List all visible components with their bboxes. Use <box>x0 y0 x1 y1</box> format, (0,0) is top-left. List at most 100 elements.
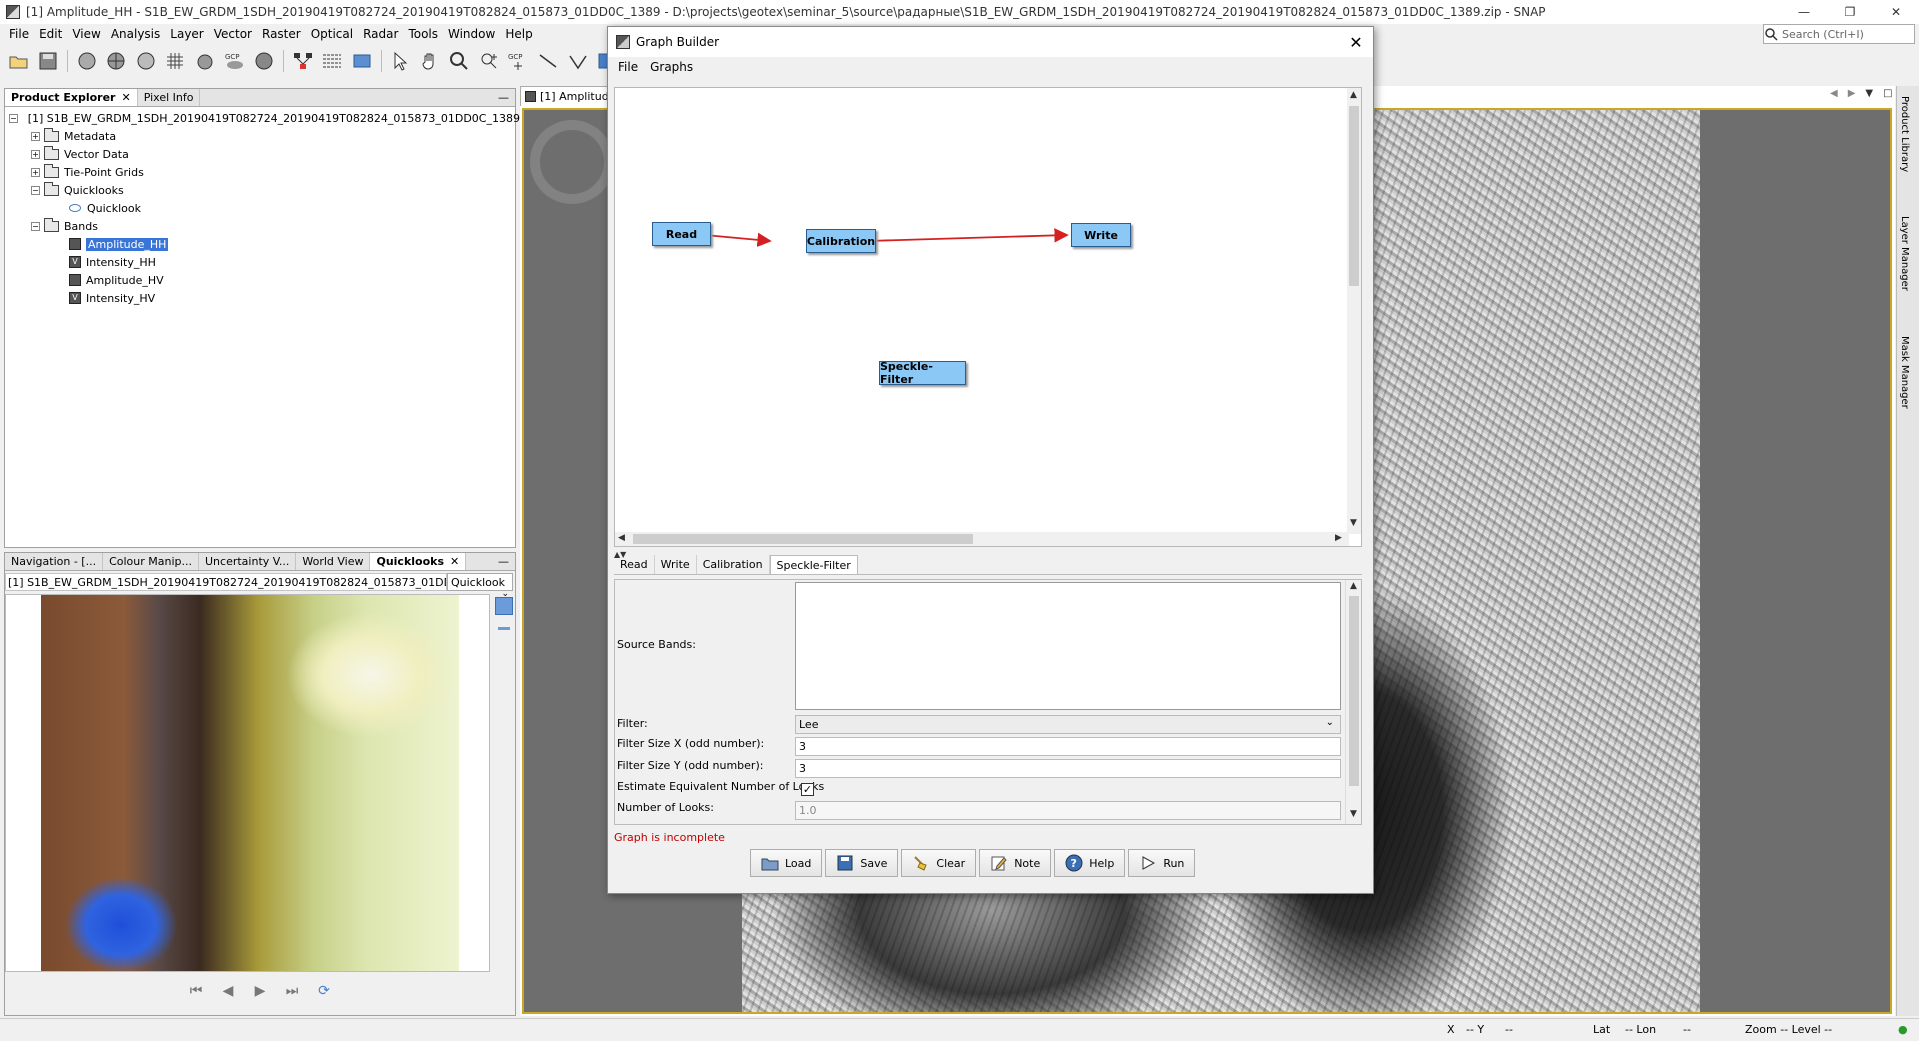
minimize-panel-button[interactable]: — <box>498 91 509 104</box>
tree-vector-data[interactable]: + Vector Data <box>9 145 511 163</box>
graph-canvas[interactable]: Read Calibration Write Speckle-Filter ▲ … <box>614 87 1362 547</box>
scroll-left-icon[interactable]: ◀ <box>1830 88 1838 99</box>
save-button[interactable]: Save <box>825 849 899 877</box>
number-of-looks-input[interactable]: 1.0 <box>795 801 1341 820</box>
tree-tie-point-grids[interactable]: + Tie-Point Grids <box>9 163 511 181</box>
tree-bands[interactable]: − Bands <box>9 217 511 235</box>
node-calibration[interactable]: Calibration <box>806 229 876 253</box>
search-box[interactable]: Search (Ctrl+I) <box>1763 24 1915 44</box>
product-library-button[interactable] <box>349 48 375 74</box>
expand-icon[interactable]: + <box>31 131 40 141</box>
source-bands-list[interactable] <box>795 582 1341 710</box>
menu-raster[interactable]: Raster <box>257 27 306 41</box>
scroll-up-icon[interactable]: ▲ <box>1350 581 1357 591</box>
quicklook-minus-icon[interactable] <box>498 627 510 630</box>
mosaic-button[interactable] <box>133 48 159 74</box>
menu-view[interactable]: View <box>67 27 105 41</box>
scroll-up-icon[interactable]: ▲ <box>1350 90 1357 100</box>
select-tool-button[interactable] <box>388 48 414 74</box>
dialog-menu-file[interactable]: File <box>612 60 644 74</box>
scroll-left-icon[interactable]: ◀ <box>618 533 625 543</box>
filter-select[interactable]: Lee ⌄ <box>795 715 1341 734</box>
tree-metadata[interactable]: + Metadata <box>9 127 511 145</box>
menu-vector[interactable]: Vector <box>209 27 257 41</box>
tab-product-library[interactable]: Product Library <box>1899 96 1910 172</box>
tab-mask-manager[interactable]: Mask Manager <box>1899 336 1910 409</box>
grid-button[interactable] <box>163 48 189 74</box>
tab-navigation[interactable]: Navigation - [... <box>5 553 104 570</box>
minimize-panel-button[interactable]: — <box>498 555 509 568</box>
tree-quicklook-item[interactable]: Quicklook <box>9 199 511 217</box>
scroll-right-icon[interactable]: ▶ <box>1848 88 1856 99</box>
filter-size-x-input[interactable]: 3 <box>795 737 1341 756</box>
tab-speckle-filter[interactable]: Speckle-Filter <box>769 555 858 574</box>
run-button[interactable]: Run <box>1128 849 1196 877</box>
tab-pixel-info[interactable]: Pixel Info <box>138 89 201 106</box>
open-product-button[interactable] <box>6 48 32 74</box>
graph-vertical-scrollbar[interactable]: ▲ ▼ <box>1347 88 1361 534</box>
scroll-down-icon[interactable]: ▼ <box>1350 518 1357 528</box>
menu-tools[interactable]: Tools <box>403 27 443 41</box>
collapse-icon[interactable]: − <box>9 113 18 123</box>
graph-horizontal-scrollbar[interactable]: ◀ ▶ <box>615 532 1349 546</box>
help-button[interactable]: ? Help <box>1054 849 1126 877</box>
load-button[interactable]: Load <box>750 849 823 877</box>
tree-band-amplitude-hh[interactable]: Amplitude_HH <box>9 235 511 253</box>
gcp-button[interactable]: GCP <box>222 48 248 74</box>
band-maths-button[interactable] <box>74 48 100 74</box>
memory-icon[interactable]: ● <box>1898 1023 1908 1036</box>
tree-band-intensity-hh[interactable]: V Intensity_HH <box>9 253 511 271</box>
node-read[interactable]: Read <box>652 222 711 246</box>
pin-tool-button[interactable] <box>476 48 502 74</box>
collapse-icon[interactable]: − <box>31 221 40 231</box>
tree-band-intensity-hv[interactable]: V Intensity_HV <box>9 289 511 307</box>
quicklook-open-icon[interactable] <box>495 597 513 615</box>
tab-calibration[interactable]: Calibration <box>697 555 770 574</box>
last-quicklook-button[interactable]: ⏭ <box>281 981 303 1001</box>
close-tab-icon[interactable]: ✕ <box>121 91 130 104</box>
menu-analysis[interactable]: Analysis <box>106 27 165 41</box>
params-vertical-scrollbar[interactable]: ▲ ▼ <box>1345 580 1361 824</box>
tab-read[interactable]: Read <box>614 555 655 574</box>
close-button[interactable]: ✕ <box>1873 0 1919 24</box>
navigation-wheel-icon[interactable] <box>530 120 614 204</box>
graph-builder-button[interactable] <box>290 48 316 74</box>
scrollbar-thumb[interactable] <box>1349 596 1359 786</box>
scrollbar-thumb[interactable] <box>1349 106 1359 286</box>
menu-radar[interactable]: Radar <box>358 27 403 41</box>
node-speckle-filter[interactable]: Speckle-Filter <box>879 360 966 386</box>
tree-band-amplitude-hv[interactable]: Amplitude_HV <box>9 271 511 289</box>
zoom-tool-button[interactable] <box>447 48 473 74</box>
minimize-button[interactable]: — <box>1781 0 1827 24</box>
polyline-tool-button[interactable] <box>565 48 591 74</box>
menu-help[interactable]: Help <box>500 27 537 41</box>
scroll-down-icon[interactable]: ▼ <box>1350 809 1357 819</box>
clear-button[interactable]: Clear <box>901 849 977 877</box>
tab-quicklooks[interactable]: Quicklooks ✕ <box>370 553 467 570</box>
node-write[interactable]: Write <box>1071 223 1131 247</box>
quicklook-select[interactable]: Quicklook ⌄ <box>447 573 513 599</box>
menu-window[interactable]: Window <box>443 27 500 41</box>
tab-world-view[interactable]: World View <box>296 553 371 570</box>
previous-quicklook-button[interactable]: ◀ <box>217 981 239 1001</box>
close-tab-icon[interactable]: ✕ <box>450 555 459 568</box>
filter-size-y-input[interactable]: 3 <box>795 759 1341 778</box>
estimate-enl-checkbox[interactable]: ✓ <box>801 783 814 796</box>
maximize-button[interactable]: ❐ <box>1827 0 1873 24</box>
menu-optical[interactable]: Optical <box>306 27 358 41</box>
batch-processing-button[interactable] <box>319 48 345 74</box>
menu-edit[interactable]: Edit <box>34 27 67 41</box>
world-map-button[interactable] <box>251 48 277 74</box>
tab-uncertainty[interactable]: Uncertainty V... <box>199 553 297 570</box>
tab-write[interactable]: Write <box>655 555 697 574</box>
scrollbar-thumb[interactable] <box>633 534 973 544</box>
collapse-icon[interactable]: − <box>31 185 40 195</box>
refresh-quicklook-button[interactable]: ⟳ <box>313 981 335 1001</box>
line-tool-button[interactable] <box>535 48 561 74</box>
note-button[interactable]: Note <box>979 849 1052 877</box>
tree-product[interactable]: − [1] S1B_EW_GRDM_1SDH_20190419T082724_2… <box>9 109 520 127</box>
menu-file[interactable]: File <box>4 27 34 41</box>
tab-layer-manager[interactable]: Layer Manager <box>1899 216 1910 291</box>
menu-layer[interactable]: Layer <box>165 27 208 41</box>
save-product-button[interactable] <box>36 48 62 74</box>
